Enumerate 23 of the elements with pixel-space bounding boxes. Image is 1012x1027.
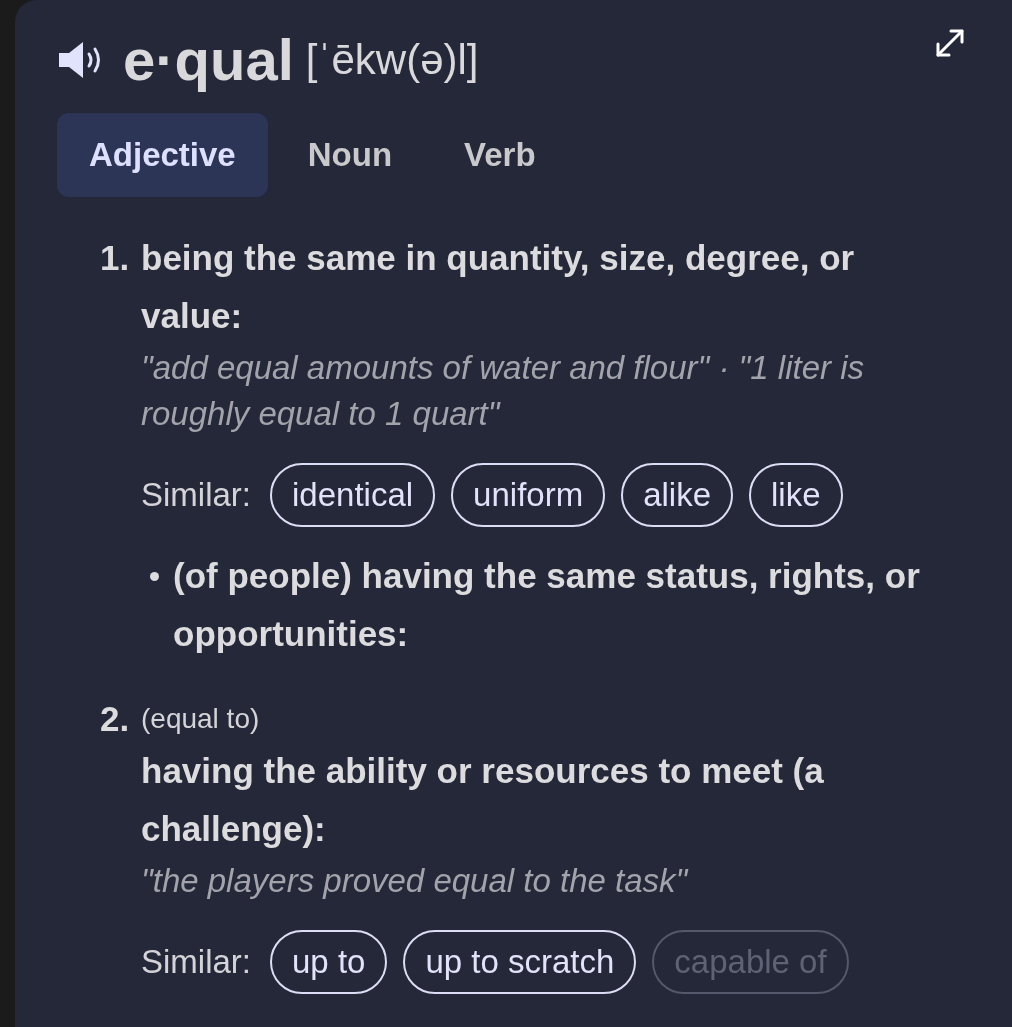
usage-label: (equal to) bbox=[141, 702, 261, 736]
sense-number: 2. bbox=[100, 698, 131, 740]
definition-text: being the same in quantity, size, degree, or value: bbox=[141, 237, 856, 337]
headword: e·qual bbox=[123, 28, 294, 92]
bullet-icon bbox=[150, 572, 159, 581]
similar-label: Similar: bbox=[141, 943, 251, 981]
definition-text: (of people) having the same status, rights, or opportunities: bbox=[173, 555, 921, 655]
sense-number: 1. bbox=[100, 237, 131, 279]
part-of-speech-tab[interactable]: Noun bbox=[275, 113, 425, 197]
synonym-chip[interactable]: alike bbox=[621, 463, 733, 527]
synonym-chip[interactable]: identical bbox=[270, 463, 436, 527]
part-of-speech-tab[interactable]: Verb bbox=[432, 113, 568, 197]
pronunciation-text: [ˈēkw(ə)l] bbox=[305, 35, 479, 85]
synonym-chip[interactable]: up to scratch bbox=[403, 930, 637, 994]
synonym-chip[interactable]: up to bbox=[270, 930, 388, 994]
synonym-chip[interactable]: like bbox=[749, 463, 843, 527]
similar-label: Similar: bbox=[141, 476, 251, 514]
example-text: "add equal amounts of water and flour" · "1 liter is roughly equal to 1 quart" bbox=[141, 348, 866, 434]
definition-text: having the ability or resources to meet (a challenge): bbox=[141, 750, 825, 850]
example-text: "the players proved equal to the task" bbox=[141, 861, 690, 901]
expand-icon[interactable] bbox=[935, 28, 965, 58]
part-of-speech-tab[interactable]: Adjective bbox=[57, 113, 268, 197]
synonym-chip[interactable]: uniform bbox=[451, 463, 606, 527]
